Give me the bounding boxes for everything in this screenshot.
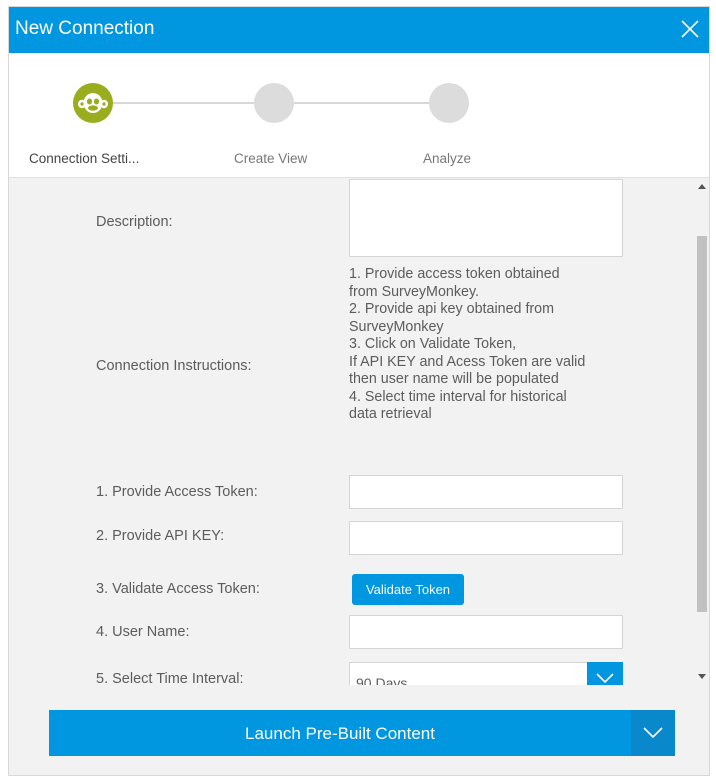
scrollbar-thumb[interactable]	[697, 236, 707, 612]
launch-button-label: Launch Pre-Built Content	[245, 724, 435, 743]
step-connector	[105, 102, 255, 104]
step-label-create-view: Create View	[234, 151, 308, 166]
validate-label: 3. Validate Access Token:	[96, 581, 260, 597]
instructions-line: 4. Select time interval for historical	[349, 388, 567, 405]
step-connector	[273, 102, 435, 104]
close-icon[interactable]	[677, 15, 703, 43]
user-name-input[interactable]	[349, 615, 623, 649]
description-field[interactable]	[349, 179, 623, 257]
instructions-line: 3. Click on Validate Token,	[349, 336, 517, 352]
surveymonkey-logo-icon	[78, 93, 108, 113]
instructions-line: If API KEY and Acess Token are valid	[349, 353, 586, 370]
user-name-label: 4. User Name:	[96, 624, 190, 640]
dialog-titlebar: New Connection	[9, 7, 709, 53]
launch-options-dropdown[interactable]	[631, 710, 675, 756]
instructions-line: 2. Provide api key obtained from	[349, 301, 555, 317]
scroll-up-icon[interactable]	[698, 184, 706, 189]
dialog-title: New Connection	[15, 18, 155, 39]
step-create-view[interactable]	[254, 83, 294, 123]
instructions-text: 1. Provide access token obtained from Su…	[349, 266, 649, 424]
api-key-label: 2. Provide API KEY:	[96, 528, 225, 544]
instructions-line: data retrieval	[349, 406, 432, 422]
form-scrollbar[interactable]	[695, 178, 709, 685]
connection-form: Description: Connection Instructions: 1.…	[9, 178, 695, 685]
instructions-line: 1. Provide access token obtained	[349, 266, 560, 282]
chevron-down-icon	[643, 727, 663, 739]
new-connection-dialog: New Connection Connection Setti... Creat…	[8, 6, 710, 776]
step-analyze[interactable]	[429, 83, 469, 123]
access-token-input[interactable]	[349, 475, 623, 509]
scroll-down-icon[interactable]	[698, 674, 706, 679]
description-label: Description:	[96, 214, 173, 230]
instructions-line: SurveyMonkey	[349, 318, 444, 335]
time-interval-label: 5. Select Time Interval:	[96, 671, 244, 685]
time-interval-value: 90 Days	[356, 675, 408, 685]
step-label-analyze: Analyze	[423, 151, 472, 166]
step-label-connection-settings: Connection Setti...	[29, 151, 140, 166]
instructions-line: from SurveyMonkey.	[349, 283, 480, 300]
validate-token-button[interactable]: Validate Token	[352, 574, 464, 605]
instructions-label: Connection Instructions:	[96, 358, 252, 374]
access-token-label: 1. Provide Access Token:	[96, 484, 258, 500]
step-progress: Connection Setti... Create View Analyze	[9, 53, 709, 178]
api-key-input[interactable]	[349, 521, 623, 555]
launch-prebuilt-content-button[interactable]: Launch Pre-Built Content	[49, 710, 675, 756]
step-connection-settings[interactable]	[73, 83, 113, 123]
instructions-line: then user name will be populated	[349, 371, 559, 387]
time-interval-select[interactable]: 90 Days	[349, 662, 623, 685]
chevron-down-icon[interactable]	[587, 662, 623, 685]
